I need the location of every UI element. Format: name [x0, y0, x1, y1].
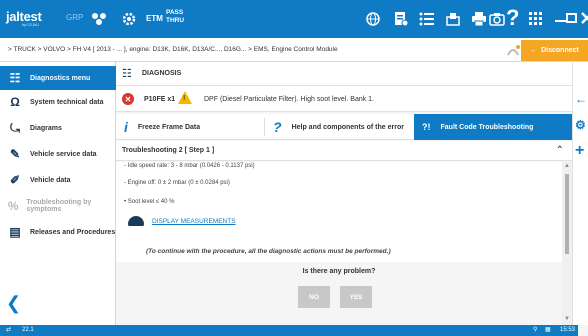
chevron-up-icon[interactable]: ⌃ — [556, 145, 564, 156]
arrow-left-icon: ← — [530, 47, 538, 54]
apps-grid-icon[interactable] — [527, 10, 545, 28]
scroll-down-icon[interactable]: ▼ — [564, 316, 570, 322]
jaltest-logo: jaltest by COJALI — [6, 9, 42, 27]
version-label: 22.1 — [22, 327, 34, 333]
globe-icon[interactable] — [364, 10, 382, 28]
etm-button[interactable]: ETM — [146, 14, 163, 23]
sidebar-item-releases-procedures[interactable]: ▤ Releases and Procedures — [0, 220, 116, 244]
scrollbar-thumb[interactable] — [565, 174, 569, 254]
document-icon[interactable] — [392, 10, 410, 28]
sidebar-item-troubleshooting-symptoms[interactable]: % Troubleshooting by symptoms — [0, 194, 116, 218]
instruction-line: • Soot level ≤ 40 % — [124, 199, 175, 205]
pass-thru-button[interactable]: PASS THRU — [166, 9, 184, 25]
tab-help-components[interactable]: ? Help and components of the error — [265, 114, 413, 140]
sidebar-item-system-technical-data[interactable]: Ω System technical data — [0, 90, 116, 114]
procedure-note: (To continue with the procedure, all the… — [146, 248, 391, 255]
error-row: ✕ P10FE x1 ! DPF (Diesel Particulate Fil… — [116, 86, 572, 112]
vertical-scrollbar[interactable]: ▲ ▼ — [562, 162, 572, 325]
troubleshooting-icon: % — [7, 199, 19, 213]
tab-freeze-frame[interactable]: i Freeze Frame Data — [116, 114, 264, 140]
error-icon: ✕ — [122, 93, 134, 105]
settings-gear-icon[interactable] — [120, 10, 138, 28]
tools-icon[interactable]: ⚙ — [575, 118, 586, 132]
wrench-icon: ✐ — [9, 173, 21, 187]
printer-icon[interactable] — [470, 10, 488, 28]
sidebar-item-diagnostics-menu[interactable]: ☷ Diagnostics menu — [0, 66, 116, 90]
scroll-up-icon[interactable]: ▲ — [564, 163, 570, 169]
diagnostics-icon: ☷ — [9, 71, 21, 85]
service-icon: ✎ — [9, 147, 21, 161]
yes-button[interactable]: YES — [340, 286, 372, 308]
diagnosis-header: ☷ DIAGNOSIS — [116, 62, 572, 86]
breadcrumb-path[interactable]: > TRUCK > VOLVO > FH V4 [ 2013 - ... ], … — [8, 46, 338, 53]
instruction-line: - Idle speed rate: 3 - 8 mbar (0.0426 - … — [124, 163, 255, 169]
sidebar-item-vehicle-data[interactable]: ✐ Vehicle data — [0, 168, 116, 192]
breadcrumb: > TRUCK > VOLVO > FH V4 [ 2013 - ... ], … — [0, 38, 588, 62]
tabs-bar: i Freeze Frame Data ? Help and component… — [116, 114, 572, 140]
no-button[interactable]: NO — [298, 286, 330, 308]
instruction-line: - Engine off: 0 ± 2 mbar (0 ± 0.0284 psi… — [124, 180, 230, 186]
back-arrow-icon[interactable]: ← — [575, 92, 587, 106]
main-panel: ☷ DIAGNOSIS ✕ P10FE x1 ! DPF (Diesel Par… — [116, 62, 572, 325]
search-icon[interactable]: ⚲ — [533, 326, 537, 333]
troubleshooting-content: - Idle speed rate: 3 - 8 mbar (0.0426 - … — [116, 162, 562, 262]
right-toolbar: ← ⚙ + — [572, 62, 588, 325]
report-icon[interactable] — [444, 10, 462, 28]
list-icon[interactable] — [418, 10, 436, 28]
sidebar-item-diagrams[interactable]: ⤿ Diagrams — [0, 116, 116, 140]
tab-fault-code-troubleshooting[interactable]: ?! Fault Code Troubleshooting — [414, 114, 572, 140]
status-bar: ⇄ 22.1 ⚲ ▦ 15:53 — [0, 325, 588, 336]
procedures-icon: ▤ — [9, 225, 21, 239]
maximize-icon[interactable] — [566, 13, 577, 23]
usb-icon: ⇄ — [6, 327, 12, 333]
help-icon[interactable]: ? — [506, 5, 519, 31]
error-code: P10FE x1 — [144, 96, 176, 103]
info-icon: i — [124, 119, 128, 135]
question-text: Is there any problem? — [302, 268, 376, 275]
page-title: DIAGNOSIS — [142, 70, 182, 77]
diagnostics-icon: ☷ — [122, 68, 132, 80]
calendar-icon[interactable]: ▦ — [545, 326, 551, 333]
connection-status-icon — [506, 43, 520, 57]
display-measurements-link[interactable]: DISPLAY MEASUREMENTS — [128, 216, 236, 226]
clock-time: 15:53 — [560, 327, 576, 333]
camera-icon[interactable] — [488, 10, 506, 28]
disconnect-button[interactable]: ← Disconnect — [521, 40, 588, 61]
top-toolbar: jaltest by COJALI GRP ETM PASS THRU ? — [0, 0, 588, 38]
question-icon: ? — [273, 119, 282, 135]
diagram-icon: ⤿ — [10, 120, 20, 135]
close-window-icon[interactable] — [580, 11, 588, 27]
add-icon[interactable]: + — [575, 142, 584, 160]
question-area: Is there any problem? NO YES — [116, 262, 562, 325]
troubleshooting-header[interactable]: Troubleshooting 2 [ Step 1 ] ⌃ — [116, 141, 572, 161]
sidebar: ☷ Diagnostics menu Ω System technical da… — [0, 62, 116, 325]
error-description: DPF (Diesel Particulate Filter). High so… — [204, 96, 375, 103]
back-arrow-icon[interactable]: ❮ — [6, 293, 21, 314]
gauge-icon — [128, 216, 144, 226]
ohm-icon: Ω — [10, 95, 20, 109]
vehicle-group-icon[interactable] — [90, 10, 108, 28]
sidebar-item-vehicle-service-data[interactable]: ✎ Vehicle service data — [0, 142, 116, 166]
troubleshooting-icon: ?! — [422, 122, 431, 132]
grp-mode-label[interactable]: GRP — [66, 13, 83, 22]
troubleshooting-title: Troubleshooting 2 [ Step 1 ] — [122, 147, 215, 154]
